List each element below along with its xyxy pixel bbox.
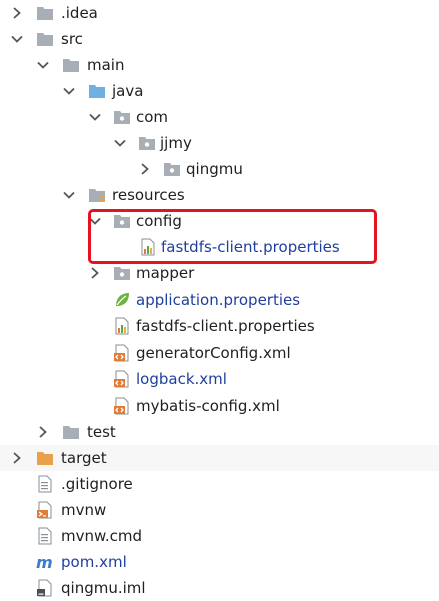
folder-icon	[62, 56, 80, 74]
tree-item-fastdfs-properties[interactable]: fastdfs-client.properties	[0, 313, 439, 339]
tree-item-qingmu-iml[interactable]: qingmu.iml	[0, 575, 439, 601]
tree-item-logback-xml[interactable]: logback.xml	[0, 366, 439, 392]
tree-item-label: qingmu.iml	[61, 579, 146, 597]
tree-item-resources[interactable]: resources	[0, 182, 439, 208]
xml-file-icon	[113, 370, 131, 388]
xml-file-icon	[113, 397, 131, 415]
tree-item-config-fastdfs-properties[interactable]: fastdfs-client.properties	[0, 234, 439, 260]
tree-item-label: mvnw.cmd	[61, 527, 143, 545]
chevron-down-icon[interactable]	[62, 188, 76, 202]
tree-item-label: fastdfs-client.properties	[161, 238, 340, 256]
chevron-down-icon[interactable]	[88, 110, 102, 124]
tree-item-label: main	[87, 56, 125, 74]
tree-item-mybatis-config-xml[interactable]: mybatis-config.xml	[0, 393, 439, 419]
tree-item-label: qingmu	[186, 160, 243, 178]
chevron-right-icon[interactable]	[10, 6, 24, 20]
folder-icon	[36, 4, 54, 22]
chevron-right-icon[interactable]	[36, 425, 50, 439]
tree-item-config[interactable]: config	[0, 208, 439, 234]
chevron-right-icon[interactable]	[138, 162, 152, 176]
tree-item-main[interactable]: main	[0, 52, 439, 78]
properties-file-icon	[113, 317, 131, 335]
tree-item-label: resources	[112, 186, 185, 204]
tree-item-mapper[interactable]: mapper	[0, 260, 439, 286]
chevron-down-icon[interactable]	[113, 136, 127, 150]
chevron-right-icon[interactable]	[88, 266, 102, 280]
tree-item-label: pom.xml	[61, 553, 127, 571]
tree-item-label: config	[136, 212, 182, 230]
folder-icon	[62, 423, 80, 441]
folder-icon	[36, 30, 54, 48]
source-folder-icon	[88, 82, 106, 100]
package-icon	[113, 212, 131, 230]
text-file-icon	[36, 527, 54, 545]
tree-item-qingmu[interactable]: qingmu	[0, 156, 439, 182]
tree-item-java[interactable]: java	[0, 78, 439, 104]
package-icon	[163, 160, 181, 178]
tree-item-mvnw-cmd[interactable]: mvnw.cmd	[0, 523, 439, 549]
package-icon	[138, 134, 156, 152]
tree-item-label: test	[87, 423, 116, 441]
tree-item-label: mybatis-config.xml	[136, 397, 280, 415]
chevron-down-icon[interactable]	[10, 32, 24, 46]
tree-item-label: java	[112, 82, 144, 100]
tree-item-test[interactable]: test	[0, 419, 439, 445]
tree-item-target[interactable]: target	[0, 445, 439, 471]
tree-item-label: logback.xml	[136, 370, 227, 388]
chevron-down-icon[interactable]	[36, 58, 50, 72]
tree-item-pom-xml[interactable]: pom.xml	[0, 549, 439, 575]
tree-item-label: mapper	[136, 264, 195, 282]
resources-folder-icon	[88, 186, 106, 204]
tree-item-label: target	[61, 449, 107, 467]
tree-item-mvnw[interactable]: mvnw	[0, 497, 439, 523]
spring-leaf-icon	[113, 291, 131, 309]
package-icon	[113, 264, 131, 282]
tree-item-jjmy[interactable]: jjmy	[0, 130, 439, 156]
tree-item-label: jjmy	[160, 134, 192, 152]
xml-file-icon	[113, 344, 131, 362]
tree-item-src[interactable]: src	[0, 26, 439, 52]
chevron-down-icon[interactable]	[62, 84, 76, 98]
tree-item-gitignore[interactable]: .gitignore	[0, 471, 439, 497]
properties-file-icon	[139, 238, 157, 256]
tree-item-label: application.properties	[136, 291, 301, 309]
tree-item-label: src	[61, 30, 83, 48]
chevron-down-icon[interactable]	[88, 214, 102, 228]
tree-item-label: .idea	[61, 4, 98, 22]
excluded-folder-icon	[36, 449, 54, 467]
tree-item-label: .gitignore	[61, 475, 133, 493]
chevron-right-icon[interactable]	[10, 451, 24, 465]
tree-item-label: generatorConfig.xml	[136, 344, 291, 362]
tree-item-label: com	[136, 108, 169, 126]
tree-item-label: fastdfs-client.properties	[136, 317, 315, 335]
project-tree: .idea src main java com jjmy qingmu reso…	[0, 0, 439, 599]
iml-file-icon	[36, 579, 54, 597]
tree-item-com[interactable]: com	[0, 104, 439, 130]
tree-item-label: mvnw	[61, 501, 107, 519]
package-icon	[113, 108, 131, 126]
maven-m-icon	[36, 553, 54, 571]
script-file-icon	[36, 501, 54, 519]
text-file-icon	[36, 475, 54, 493]
tree-item-generatorconfig-xml[interactable]: generatorConfig.xml	[0, 340, 439, 366]
tree-item-application-properties[interactable]: application.properties	[0, 287, 439, 313]
tree-item-idea[interactable]: .idea	[0, 0, 439, 26]
